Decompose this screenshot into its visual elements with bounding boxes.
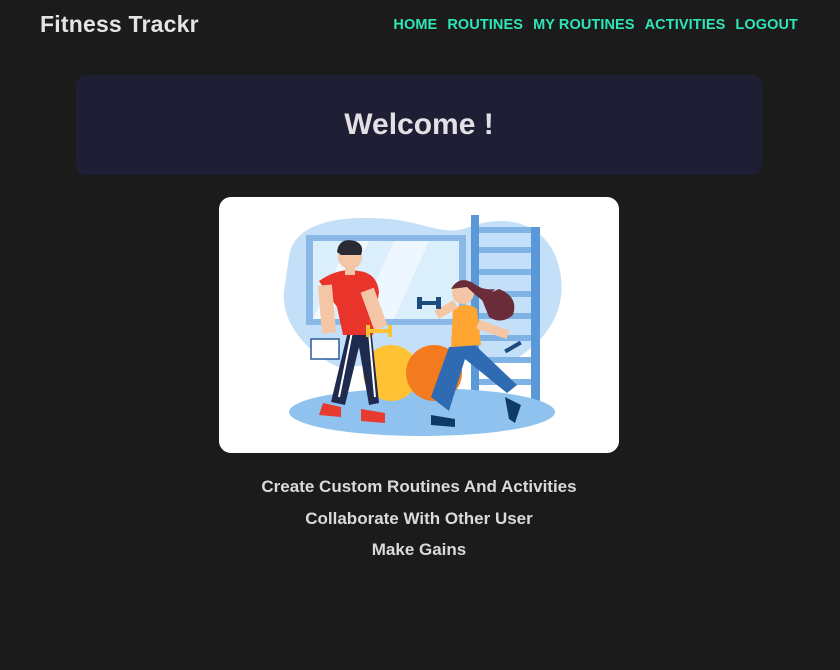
tagline-collaborate: Collaborate With Other User [305,508,533,528]
welcome-panel: Welcome ! [76,75,762,175]
welcome-title: Welcome ! [344,108,494,141]
nav-activities[interactable]: ACTIVITIES [645,17,726,33]
navbar: Fitness Trackr HOME ROUTINES MY ROUTINES… [0,0,840,52]
nav-my-routines[interactable]: MY ROUTINES [533,17,635,33]
taglines: Create Custom Routines And Activities Co… [0,471,838,566]
nav-routines[interactable]: ROUTINES [447,17,523,33]
brand-title[interactable]: Fitness Trackr [40,11,199,38]
nav-links: HOME ROUTINES MY ROUTINES ACTIVITIES LOG… [393,17,798,33]
tagline-create: Create Custom Routines And Activities [261,477,577,496]
nav-home[interactable]: HOME [393,17,437,33]
tagline-gains: Make Gains [371,540,467,559]
gym-illustration [283,215,562,436]
hero-image-card [219,197,619,453]
nav-logout[interactable]: LOGOUT [735,17,798,33]
